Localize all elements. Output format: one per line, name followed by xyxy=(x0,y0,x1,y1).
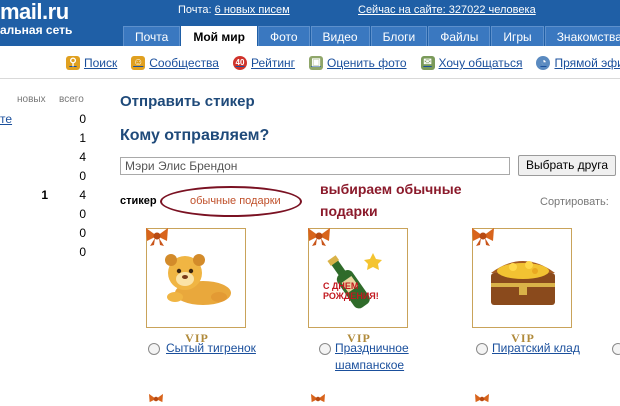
stickers-label: стикер xyxy=(120,195,157,207)
gift-bow-icon xyxy=(308,228,330,246)
gift-bow-icon xyxy=(311,393,325,403)
treasure-chest-sticker xyxy=(491,261,555,305)
tab-files[interactable]: Файлы xyxy=(428,26,491,46)
new-mail-link[interactable]: 6 новых писем xyxy=(215,4,290,16)
nav-live-label: Прямой эфи xyxy=(554,56,620,70)
nav-rate-photo[interactable]: ▣ Оценить фото xyxy=(309,54,407,72)
nav-want-chat[interactable]: ✉ Хочу общаться xyxy=(420,54,523,72)
nav-want-chat-label: Хочу общаться xyxy=(438,56,523,70)
tab-games[interactable]: Игры xyxy=(491,26,544,46)
lion-cub-sticker xyxy=(165,254,231,305)
site-header: mail.ru альная сеть Почта: 6 новых писем… xyxy=(0,0,620,46)
birthday-text: С ДНЕМ РОЖДЕНИЯ! xyxy=(323,281,379,301)
community-icon: ☺ xyxy=(131,56,146,70)
nav-rating-label: Рейтинг xyxy=(250,56,296,70)
total-count: 0 xyxy=(79,245,86,259)
mail-status-label: Почта: xyxy=(178,4,215,16)
sticker-card[interactable]: С ДНЕМ РОЖДЕНИЯ! VIP xyxy=(308,228,408,345)
tab-blogs[interactable]: Блоги xyxy=(370,26,428,46)
total-count: 4 xyxy=(79,188,86,202)
nav-rating[interactable]: 40 Рейтинг xyxy=(232,54,296,72)
column-header-new: новых xyxy=(17,94,46,105)
total-count: 1 xyxy=(79,131,86,145)
chat-icon: ✉ xyxy=(420,56,435,70)
secondary-nav: ⚲ Поиск ☺ Сообщества 40 Рейтинг ▣ Оценит… xyxy=(66,54,620,72)
sticker-radio[interactable] xyxy=(148,343,160,355)
new-count xyxy=(30,224,48,243)
nav-rate-photo-label: Оценить фото xyxy=(327,56,407,70)
gift-bow-icon xyxy=(475,393,489,403)
tab-photo[interactable]: Фото xyxy=(257,26,310,46)
rating-icon: 40 xyxy=(232,56,247,70)
sticker-name-link[interactable]: Праздничное шампанское xyxy=(335,340,425,374)
sort-label[interactable]: Сортировать: xyxy=(540,196,609,208)
new-count xyxy=(30,129,48,148)
tab-mail[interactable]: Почта xyxy=(123,26,181,46)
sticker-radio[interactable] xyxy=(319,343,331,355)
main-tabs: Почта Мой мир Фото Видео Блоги Файлы Игр… xyxy=(123,26,620,46)
site-tagline: альная сеть xyxy=(0,23,73,37)
site-logo[interactable]: mail.ru xyxy=(0,1,69,23)
new-count: 1 xyxy=(41,188,48,202)
total-count: 0 xyxy=(79,226,86,240)
gift-bow-icon xyxy=(472,228,494,246)
nav-live[interactable]: ◔ Прямой эфи xyxy=(536,54,620,72)
total-count: 0 xyxy=(79,207,86,221)
total-count: 4 xyxy=(79,150,86,164)
total-count: 0 xyxy=(79,112,86,126)
online-count[interactable]: Сейчас на сайте: 327022 человека xyxy=(358,4,536,16)
tab-my-world[interactable]: Мой мир xyxy=(181,26,257,46)
new-count xyxy=(30,243,48,262)
sticker-name-link[interactable]: Сытый тигренок xyxy=(166,340,276,357)
new-count xyxy=(30,167,48,186)
sticker-card[interactable]: VIP xyxy=(146,228,246,345)
nav-communities-label: Сообщества xyxy=(149,56,219,70)
gift-bow-icon xyxy=(149,393,163,403)
total-counts-column: 0 1 4 0 4 0 0 0 xyxy=(70,110,86,262)
sticker-name-link[interactable]: Пиратский клад xyxy=(492,340,592,357)
annotation-text: выбираем обычные подарки xyxy=(320,181,462,219)
tab-dating[interactable]: Знакомства xyxy=(544,26,620,46)
champagne-sticker xyxy=(327,253,382,309)
annotation-oval xyxy=(160,186,302,217)
choose-friend-button[interactable]: Выбрать друга xyxy=(518,155,616,176)
nav-search-label: Поиск xyxy=(84,56,118,70)
new-count xyxy=(30,110,48,129)
recipient-field[interactable]: Мэри Элис Брендон xyxy=(120,157,510,175)
recipient-heading: Кому отправляем? xyxy=(120,127,270,144)
search-icon: ⚲ xyxy=(66,56,80,70)
sticker-radio[interactable] xyxy=(612,343,620,355)
sticker-card[interactable]: VIP xyxy=(472,228,572,345)
new-counts-column: 1 xyxy=(30,110,48,262)
nav-communities[interactable]: ☺ Сообщества xyxy=(131,54,219,72)
live-icon: ◔ xyxy=(536,56,551,70)
page-title: Отправить стикер xyxy=(120,93,255,110)
left-menu-link[interactable]: те xyxy=(0,112,12,126)
new-count xyxy=(30,148,48,167)
nav-divider xyxy=(0,78,620,79)
sticker-radio[interactable] xyxy=(476,343,488,355)
nav-search[interactable]: ⚲ Поиск xyxy=(66,54,117,72)
total-count: 0 xyxy=(79,169,86,183)
column-header-total: всего xyxy=(59,94,84,105)
new-count xyxy=(30,205,48,224)
rate-photo-icon: ▣ xyxy=(309,56,324,70)
tab-video[interactable]: Видео xyxy=(310,26,370,46)
gift-bow-icon xyxy=(146,228,168,246)
mail-status: Почта: 6 новых писем xyxy=(178,4,290,16)
